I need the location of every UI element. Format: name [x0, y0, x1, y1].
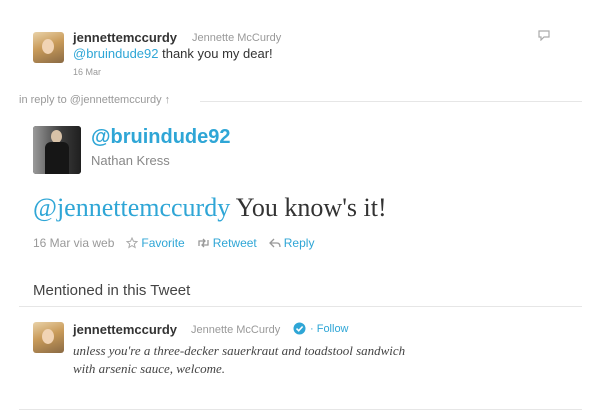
reply-button[interactable]: Reply	[268, 236, 315, 250]
divider	[19, 409, 582, 410]
follow-button[interactable]: · Follow	[310, 323, 349, 335]
reply-tweet: jennettemccurdy Jennette McCurdy @bruind…	[0, 0, 596, 92]
reply-icon[interactable]	[538, 30, 550, 41]
mention-link[interactable]: @jennettemccurdy	[33, 193, 230, 222]
tweet-text-body: You know's it!	[230, 193, 387, 222]
avatar[interactable]	[33, 126, 81, 174]
screen-name-link[interactable]: jennettemccurdy	[73, 322, 177, 337]
verified-badge-icon	[293, 322, 306, 335]
avatar[interactable]	[33, 32, 64, 63]
retweet-icon	[198, 238, 209, 248]
bio-line: unless you're a three-decker sauerkraut …	[73, 343, 406, 358]
avatar[interactable]	[33, 322, 64, 353]
bio-line: with arsenic sauce, welcome.	[73, 361, 225, 376]
user-bio: unless you're a three-decker sauerkraut …	[73, 342, 513, 378]
reply-label: Reply	[283, 236, 315, 250]
section-title: Mentioned in this Tweet	[33, 282, 191, 299]
divider	[19, 306, 582, 307]
tweet-actions-row: 16 Mar via web Favorite Retweet Reply	[33, 236, 314, 250]
favorite-button[interactable]: Favorite	[126, 236, 185, 250]
mention-link[interactable]: @bruindude92	[73, 46, 158, 61]
in-reply-to-link[interactable]: in reply to @jennettemccurdy ↑	[19, 94, 170, 106]
star-icon	[126, 237, 139, 249]
tweet-timestamp[interactable]: 16 Mar	[73, 67, 101, 77]
screen-name-link[interactable]: jennettemccurdy	[73, 30, 177, 45]
retweet-button[interactable]: Retweet	[197, 236, 257, 250]
screen-name-link[interactable]: @bruindude92	[91, 126, 231, 149]
tweet-text-body: thank you my dear!	[158, 46, 273, 61]
full-name: Jennette McCurdy	[192, 32, 282, 44]
favorite-label: Favorite	[141, 236, 185, 250]
tweet-meta: 16 Mar via web	[33, 236, 115, 250]
tweet-text: @bruindude92 thank you my dear!	[73, 46, 273, 61]
mentioned-user: jennettemccurdy Jennette McCurdy · Follo…	[0, 318, 596, 398]
tweet-text: @jennettemccurdy You know's it!	[33, 193, 387, 223]
full-name: Jennette McCurdy	[191, 324, 281, 336]
retweet-label: Retweet	[212, 236, 257, 250]
reply-icon	[268, 238, 281, 248]
divider	[200, 101, 582, 102]
full-name: Nathan Kress	[91, 153, 170, 168]
